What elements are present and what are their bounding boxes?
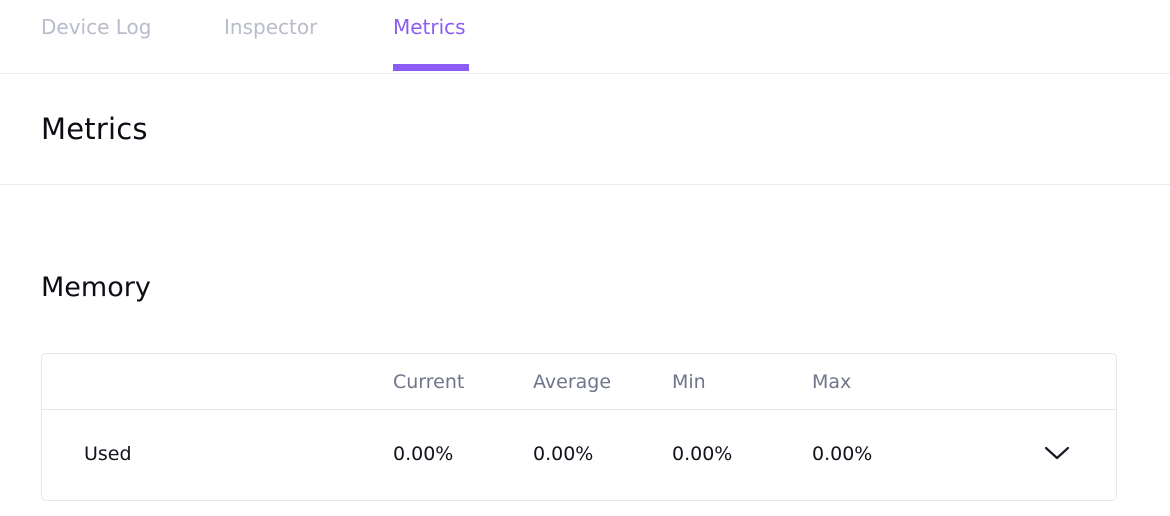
column-header-average: Average <box>533 371 612 393</box>
min-value: 0.00% <box>672 443 733 465</box>
row-label: Used <box>84 443 132 465</box>
active-tab-indicator <box>393 64 469 71</box>
average-value: 0.00% <box>533 443 594 465</box>
column-header-max: Max <box>812 371 852 393</box>
current-value: 0.00% <box>393 443 454 465</box>
page-title: Metrics <box>41 112 148 146</box>
tab-device-log[interactable]: Device Log <box>41 13 151 41</box>
header-divider <box>0 184 1170 185</box>
table-header: Current Average Min Max <box>42 354 1116 410</box>
memory-metrics-table: Current Average Min Max Used 0.00% 0.00%… <box>41 353 1117 501</box>
table-row-used[interactable]: Used 0.00% 0.00% 0.00% 0.00% <box>42 410 1116 501</box>
tab-metrics[interactable]: Metrics <box>393 13 466 41</box>
column-header-current: Current <box>393 371 465 393</box>
max-value: 0.00% <box>812 443 873 465</box>
chevron-down-icon[interactable] <box>1043 442 1071 464</box>
tab-inspector[interactable]: Inspector <box>224 13 317 41</box>
tab-bar: Device Log Inspector Metrics <box>0 0 1170 74</box>
column-header-min: Min <box>672 371 706 393</box>
memory-section-title: Memory <box>41 272 151 303</box>
